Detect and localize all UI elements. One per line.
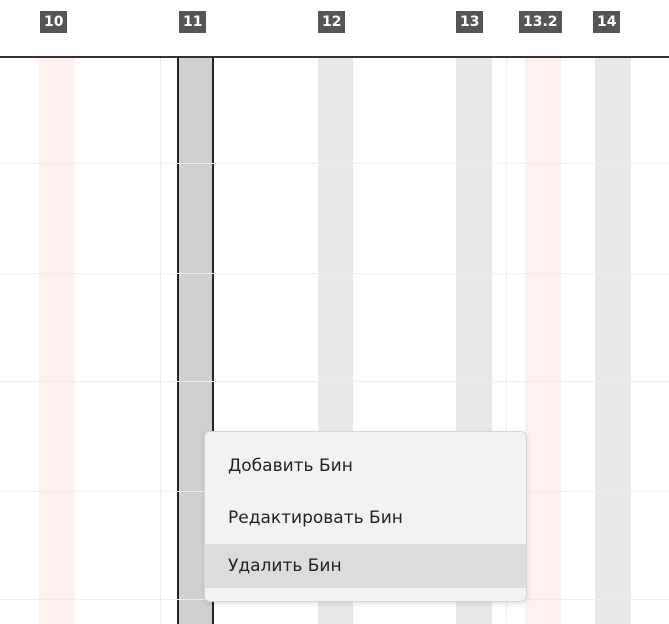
bin-band-10[interactable] <box>39 58 75 624</box>
timeline-axis <box>0 56 669 58</box>
edit-bin-menu-item[interactable]: Редактировать Бин <box>205 496 526 540</box>
bin-label-14[interactable]: 14 <box>593 11 621 33</box>
bin-label-10[interactable]: 10 <box>40 11 68 33</box>
add-bin-menu-item[interactable]: Добавить Бин <box>205 444 526 488</box>
bin-label-13-2[interactable]: 13.2 <box>519 11 562 33</box>
bin-context-menu: Добавить Бин Редактировать Бин Удалить Б… <box>204 431 527 602</box>
grid-hline <box>0 381 669 382</box>
bin-label-13[interactable]: 13 <box>456 11 484 33</box>
grid-hline <box>0 273 669 274</box>
bin-band-14[interactable] <box>595 58 631 624</box>
grid-hline <box>0 163 669 164</box>
delete-bin-menu-item[interactable]: Удалить Бин <box>205 544 526 588</box>
grid-vline <box>160 58 161 624</box>
bin-band-13-2[interactable] <box>525 58 561 624</box>
bin-timeline: 10 11 12 13 13.2 14 Добавить Бин Редакти… <box>0 0 669 624</box>
bin-label-11[interactable]: 11 <box>179 11 207 33</box>
bin-label-12[interactable]: 12 <box>318 11 346 33</box>
